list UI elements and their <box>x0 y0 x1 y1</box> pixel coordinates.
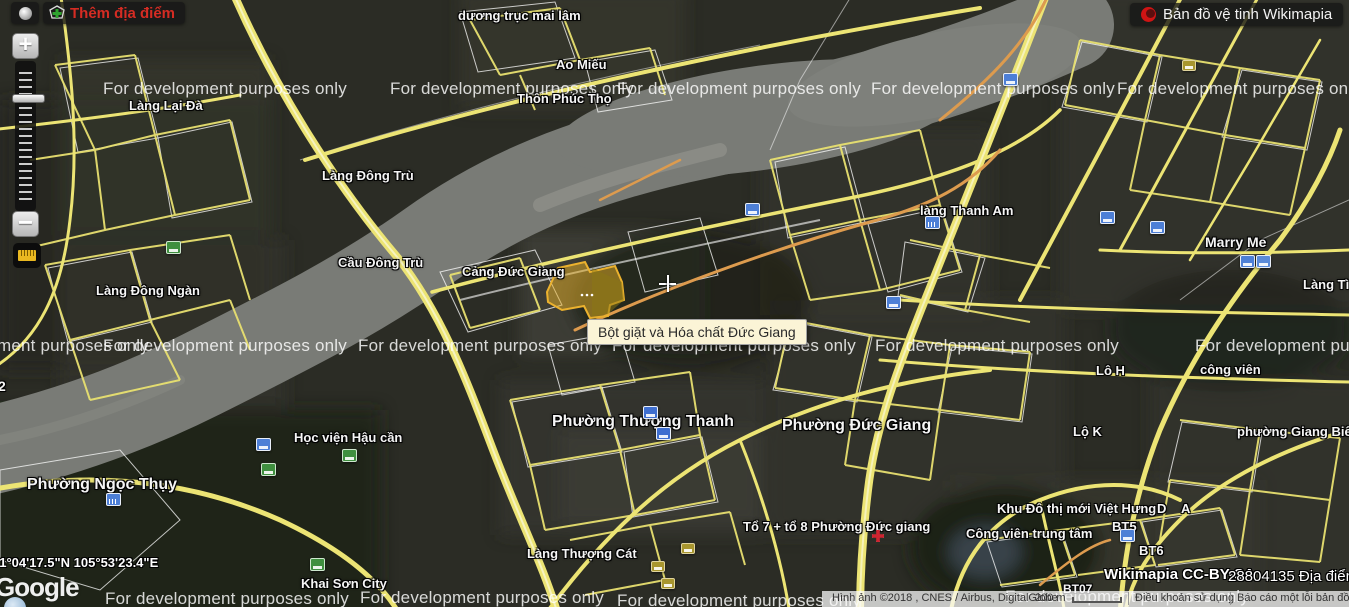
map-label[interactable]: Làng Tình <box>1303 277 1349 292</box>
map-label[interactable]: Tổ 7 + tổ 8 Phường Đức giang <box>743 519 930 534</box>
dev-watermark: For development purposes only <box>103 79 347 99</box>
zoom-slider-ticks <box>19 67 32 205</box>
map-label[interactable]: Làng Đông Ngàn <box>96 283 200 298</box>
map-label[interactable]: Phường Ngọc Thụy <box>27 476 177 494</box>
military-poi-icon[interactable] <box>166 241 181 254</box>
person-poi-icon[interactable] <box>1256 255 1271 268</box>
zoom-slider-track[interactable] <box>15 61 36 211</box>
dev-watermark: For development purposes only <box>105 589 349 607</box>
dev-watermark: For development purposes only <box>358 336 602 356</box>
map-label[interactable]: A <box>1181 501 1190 516</box>
terms-link[interactable]: Điều khoản sử dụng <box>1135 592 1234 604</box>
scale-bar <box>1072 597 1122 603</box>
add-place-label: Thêm địa điểm <box>70 5 175 22</box>
factory-poi-icon[interactable] <box>886 296 901 309</box>
photo-poi-icon[interactable] <box>661 578 675 589</box>
add-place-button[interactable]: Thêm địa điểm <box>43 2 185 24</box>
factory-poi-icon[interactable] <box>745 203 760 216</box>
scale-label: 200 m <box>1035 592 1066 604</box>
map-label[interactable]: Thôn Phúc Thọ <box>517 91 612 106</box>
dev-watermark: For development purposes only <box>1195 336 1349 356</box>
map-label[interactable]: BT6 <box>1139 543 1164 558</box>
map-label[interactable]: Phường Đức Giang <box>782 417 931 435</box>
map-label[interactable]: phường Giang Biên <box>1237 424 1349 439</box>
place-tooltip: Bột giặt và Hóa chất Đức Giang <box>587 319 807 345</box>
divider <box>1230 592 1231 605</box>
map-label[interactable]: Marry Me <box>1205 234 1266 250</box>
photo-poi-icon[interactable] <box>651 561 665 572</box>
restaurant-poi-icon[interactable] <box>1240 255 1255 268</box>
imagery-credit: Hình ảnh ©2018 , CNES / Airbus, DigitalG… <box>832 592 1058 604</box>
map-label[interactable]: Làng Đông Trù <box>322 168 414 183</box>
map-label[interactable]: Lô H <box>1096 363 1125 378</box>
add-polygon-icon <box>49 5 65 21</box>
ruler-icon <box>18 250 36 261</box>
map-label[interactable]: Cảng Đức Giang <box>462 264 565 279</box>
dev-watermark: For development purposes only <box>1117 79 1349 99</box>
wikimapia-logo-icon <box>1141 7 1156 22</box>
bank-poi-icon[interactable] <box>925 216 940 229</box>
streetview-button[interactable] <box>11 2 39 24</box>
map-label[interactable]: Lộ K <box>1073 424 1102 439</box>
bank-poi-icon[interactable] <box>106 493 121 506</box>
map-label[interactable]: Cầu Đông Trù <box>338 255 423 270</box>
map-label[interactable]: Khu Đô thị mới Việt Hưng <box>997 501 1156 516</box>
cursor-crosshair-icon <box>659 275 676 292</box>
dev-watermark: For development purposes only <box>875 336 1119 356</box>
dev-watermark: For development purposes only <box>360 588 604 607</box>
map-label[interactable]: Làng Lại Đà <box>129 98 203 113</box>
satellite-toggle-label: Bản đồ vệ tinh Wikimapia <box>1163 6 1332 23</box>
military-poi-icon[interactable] <box>261 463 276 476</box>
coordinates-readout: 21°04'17.5"N 105°53'23.4"E <box>0 555 158 570</box>
map-label[interactable]: Ao Miếu <box>556 57 607 72</box>
dev-watermark: For development purposes only <box>871 79 1115 99</box>
map-label[interactable]: công viên <box>1200 362 1261 377</box>
places-count-link[interactable]: 28804135 Địa điểm <box>1228 568 1349 585</box>
ship-poi-icon[interactable] <box>656 427 671 440</box>
measure-tool-button[interactable] <box>13 243 41 268</box>
map-attribution-bar: Hình ảnh ©2018 , CNES / Airbus, DigitalG… <box>822 591 1349 607</box>
zoom-in-button[interactable]: + <box>12 33 39 59</box>
report-error-link[interactable]: Báo cáo một lỗi bản đồ <box>1237 592 1349 604</box>
map-label[interactable]: Học viện Hậu cần <box>294 430 402 445</box>
map-label[interactable]: Khai Sơn City <box>301 576 387 591</box>
factory-poi-icon[interactable] <box>256 438 271 451</box>
factory-poi-icon[interactable] <box>1100 211 1115 224</box>
map-label[interactable]: Công viên trung tâm <box>966 526 1092 541</box>
military-poi-icon[interactable] <box>342 449 357 462</box>
zoom-out-button[interactable]: − <box>12 211 39 237</box>
military-poi-icon[interactable] <box>310 558 325 571</box>
factory-poi-icon[interactable] <box>1150 221 1165 234</box>
satellite-toggle-button[interactable]: Bản đồ vệ tinh Wikimapia <box>1130 3 1343 26</box>
zoom-slider-handle[interactable] <box>12 94 45 103</box>
dev-watermark: For development purposes only <box>617 79 861 99</box>
ship-poi-icon[interactable] <box>643 406 658 419</box>
map-label[interactable]: Làng Thượng Cát <box>527 546 637 561</box>
map-canvas[interactable]: For development purposes onlyFor develop… <box>0 0 1349 607</box>
streetview-icon <box>19 7 32 20</box>
photo-poi-icon[interactable] <box>1182 60 1196 71</box>
map-label[interactable]: D <box>1157 501 1166 516</box>
divider <box>1128 592 1129 605</box>
building-poi-icon[interactable] <box>1003 73 1018 86</box>
dev-watermark: For development purposes only <box>103 336 347 356</box>
photo-poi-icon[interactable] <box>681 543 695 554</box>
map-label[interactable]: dương trục mai lâm <box>458 8 581 23</box>
map-label[interactable]: 2 <box>0 378 6 394</box>
restaurant-poi-icon[interactable] <box>1120 529 1135 542</box>
